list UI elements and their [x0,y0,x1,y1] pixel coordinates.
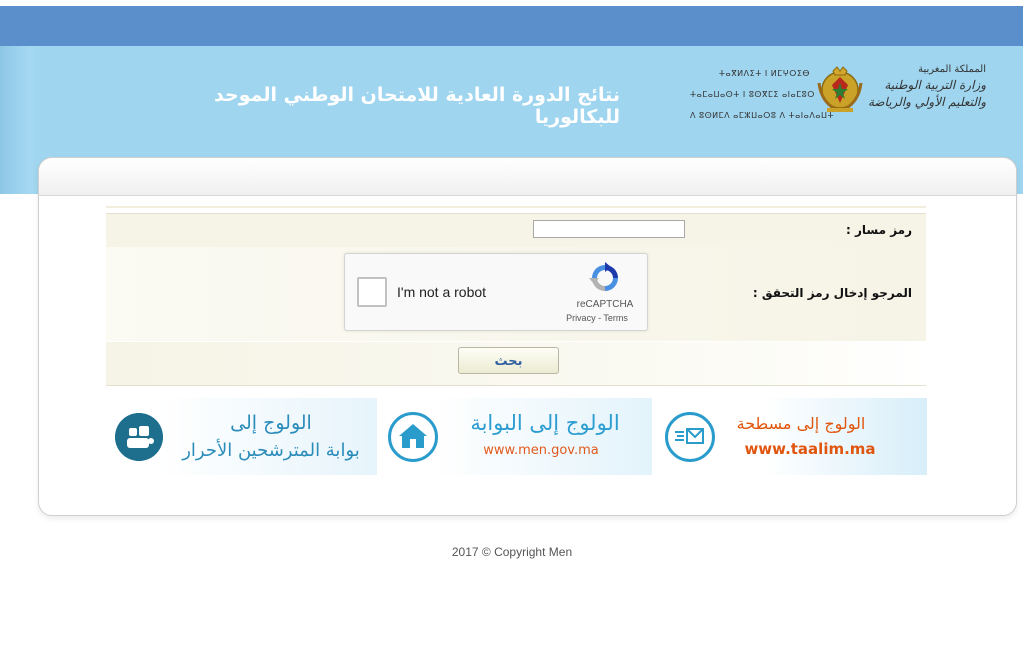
banner-shade [0,46,42,194]
tile-1-line-2: بوابة المترشحين الأحرار [182,440,360,461]
massar-label: رمز مسار : [845,223,912,237]
top-bar [0,6,1023,46]
ministry-name-arabic: المملكة المغربية وزارة التربية الوطنية و… [858,63,986,111]
recaptcha-terms-link[interactable]: Terms [603,313,628,323]
tile-3-line-2: www.taalim.ma [744,440,876,458]
massar-code-input[interactable] [533,220,685,238]
tile-men-portal[interactable]: الولوج إلى البوابة www.men.gov.ma [380,398,652,475]
tile-1-line-1: الولوج إلى [230,412,312,434]
home-icon [388,412,438,462]
recaptcha-logo-icon [589,262,618,291]
recaptcha-checkbox[interactable] [357,277,387,307]
recaptcha-links: Privacy - Terms [551,313,643,323]
recaptcha-widget: I'm not a robot reCAPTCHA Privacy - Term… [344,253,648,331]
moroccan-emblem-icon [817,66,863,112]
panel-header [39,158,1016,196]
search-button[interactable]: بحث [458,347,559,374]
tile-3-line-1: الولوج إلى مسطحة [736,414,866,433]
tifinagh-line-3: ⴷ ⵓⵙⵍⵎⴷ ⴰⵎⵣⵡⴰⵔⵓ ⴷ ⵜⴰⵏⴰⴷⴰⵡⵜ [690,111,835,120]
form-top-divider [106,206,926,208]
tile-2-line-1: الولوج إلى البوابة [470,411,620,435]
recaptcha-brand: reCAPTCHA [576,299,634,310]
community-icon [115,413,163,461]
ministry-name-tifinagh: ⵜⴰⴳⵍⴷⵉⵜ ⵏ ⵍⵎⵖⵔⵉⴱ ⵜⴰⵎⴰⵡⴰⵙⵜ ⵏ ⵓⵙⴳⵎⵉ ⴰⵏⴰⵎⵓⵔ… [690,63,835,126]
copyright-footer: 2017 © Copyright Men [451,545,573,559]
ministry-line-2: وزارة التربية الوطنية [884,78,986,92]
captcha-label: المرجو إدخال رمز التحقق : [752,286,912,300]
massar-row: رمز مسار : [106,213,926,247]
tile-free-candidates-portal[interactable]: الولوج إلى بوابة المترشحين الأحرار [106,398,377,475]
ministry-line-3: والتعليم الأولي والرياضة [867,95,986,109]
ministry-line-1: المملكة المغربية [918,64,986,75]
tifinagh-line-2: ⵜⴰⵎⴰⵡⴰⵙⵜ ⵏ ⵓⵙⴳⵎⵉ ⴰⵏⴰⵎⵓⵔ [690,90,815,99]
tile-2-line-2: www.men.gov.ma [483,443,599,458]
tifinagh-line-1: ⵜⴰⴳⵍⴷⵉⵜ ⵏ ⵍⵎⵖⵔⵉⴱ [718,69,810,78]
submit-row: بحث [106,342,926,386]
recaptcha-text: I'm not a robot [397,284,487,300]
page-title: نتائج الدورة العادية للامتحان الوطني الم… [214,84,620,128]
mail-list-icon [665,412,715,462]
recaptcha-privacy-link[interactable]: Privacy [566,313,596,323]
tile-taalim-platform[interactable]: الولوج إلى مسطحة www.taalim.ma [656,398,927,475]
captcha-row: المرجو إدخال رمز التحقق : I'm not a robo… [106,247,926,341]
